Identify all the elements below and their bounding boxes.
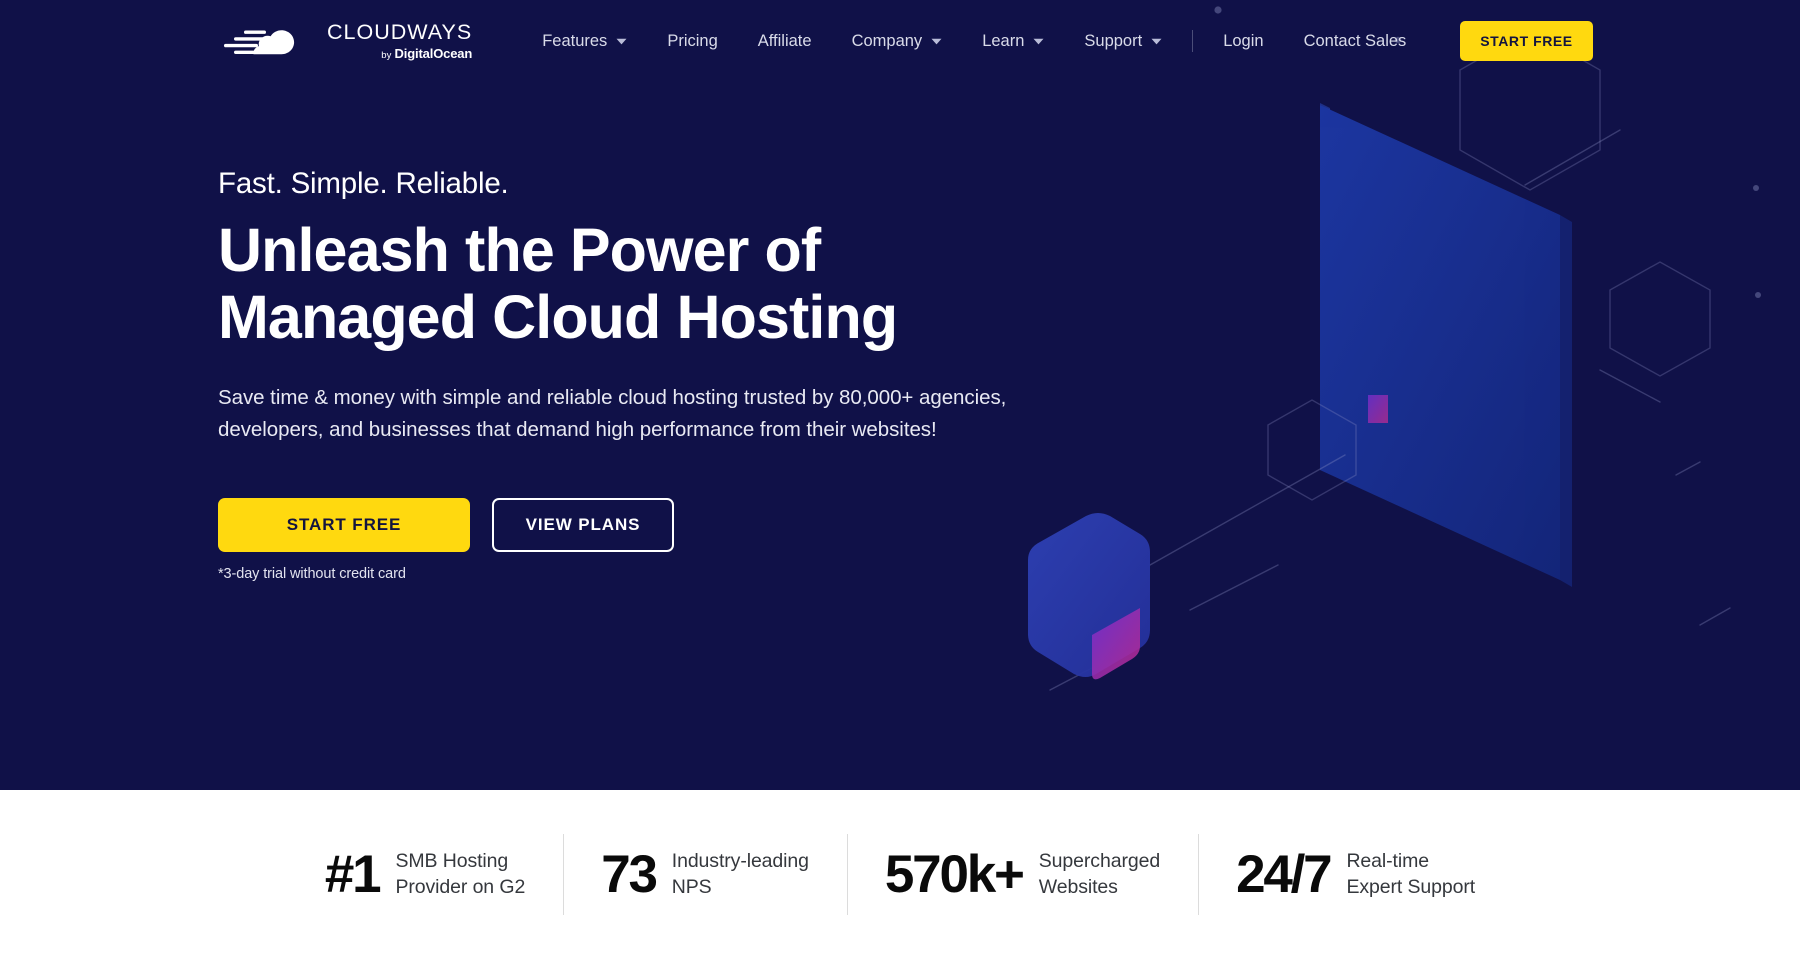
stat-item: #1 SMB Hosting Provider on G2 bbox=[287, 848, 563, 901]
logo-by-text: by bbox=[381, 50, 392, 62]
stat-item: 570k+ Supercharged Websites bbox=[846, 834, 1198, 915]
header-start-free-button[interactable]: START FREE bbox=[1460, 21, 1593, 61]
hero-start-free-button[interactable]: START FREE bbox=[218, 497, 470, 552]
nav-divider bbox=[1192, 30, 1194, 52]
nav-item-contact-sales[interactable]: Contact Sales bbox=[1284, 22, 1427, 61]
hero-eyebrow: Fast. Simple. Reliable. bbox=[218, 167, 509, 200]
cloudways-logo[interactable]: CLOUDWAYS by DigitalOcean bbox=[218, 21, 472, 61]
chevron-down-icon bbox=[1033, 38, 1044, 44]
landing-page: CLOUDWAYS by DigitalOcean Features Prici… bbox=[0, 0, 1800, 971]
stat-label: Industry-leading NPS bbox=[671, 850, 809, 898]
hero-headline: Unleash the Power of Managed Cloud Hosti… bbox=[218, 216, 898, 352]
site-header: CLOUDWAYS by DigitalOcean Features Prici… bbox=[0, 0, 1800, 82]
chevron-down-icon bbox=[616, 38, 627, 44]
nav-item-pricing[interactable]: Pricing bbox=[647, 22, 737, 61]
logo-parent-brand: DigitalOcean bbox=[394, 46, 473, 62]
nav-item-features[interactable]: Features bbox=[522, 22, 647, 61]
stat-item: 73 Industry-leading NPS bbox=[563, 834, 847, 915]
stat-value: 24/7 bbox=[1236, 845, 1333, 904]
nav-item-learn[interactable]: Learn bbox=[962, 22, 1064, 61]
hero-section: CLOUDWAYS by DigitalOcean Features Prici… bbox=[0, 0, 1800, 790]
secondary-navigation: Support Login Contact Sales START FREE bbox=[1064, 21, 1593, 61]
nav-label: Learn bbox=[982, 31, 1025, 50]
nav-item-affiliate[interactable]: Affiliate bbox=[738, 22, 832, 61]
stat-item: 24/7 Real-time Expert Support bbox=[1198, 834, 1513, 915]
nav-item-login[interactable]: Login bbox=[1203, 22, 1283, 61]
nav-label: Support bbox=[1084, 31, 1143, 50]
nav-label: Features bbox=[542, 31, 608, 50]
cloud-speed-icon bbox=[224, 30, 295, 55]
hero-view-plans-button[interactable]: VIEW PLANS bbox=[492, 497, 674, 552]
nav-label: Login bbox=[1223, 31, 1264, 50]
stat-label: SMB Hosting Provider on G2 bbox=[395, 850, 526, 898]
nav-label: Contact Sales bbox=[1303, 31, 1407, 50]
hero-cta-row: START FREE VIEW PLANS bbox=[218, 497, 1148, 552]
hero-subcopy: Save time & money with simple and reliab… bbox=[218, 385, 1007, 441]
stat-label: Real-time Expert Support bbox=[1346, 850, 1476, 898]
stat-value: #1 bbox=[324, 845, 382, 904]
nav-item-company[interactable]: Company bbox=[832, 22, 963, 61]
primary-navigation: Features Pricing Affiliate Company Learn bbox=[522, 22, 1064, 61]
logo-wordmark: CLOUDWAYS bbox=[327, 20, 473, 45]
stat-value: 73 bbox=[601, 845, 658, 904]
stat-value: 570k+ bbox=[884, 845, 1025, 904]
stat-label: Supercharged Websites bbox=[1038, 850, 1161, 898]
nav-label: Company bbox=[851, 31, 923, 50]
chevron-down-icon bbox=[931, 38, 942, 44]
nav-label: Affiliate bbox=[757, 31, 812, 50]
nav-label: Pricing bbox=[667, 31, 718, 50]
stats-bar: #1 SMB Hosting Provider on G2 73 Industr… bbox=[0, 790, 1800, 971]
chevron-down-icon bbox=[1151, 38, 1162, 44]
trial-disclaimer: *3-day trial without credit card bbox=[218, 565, 406, 582]
hero-content: Fast. Simple. Reliable. Unleash the Powe… bbox=[218, 166, 1148, 582]
nav-item-support[interactable]: Support bbox=[1064, 22, 1182, 61]
